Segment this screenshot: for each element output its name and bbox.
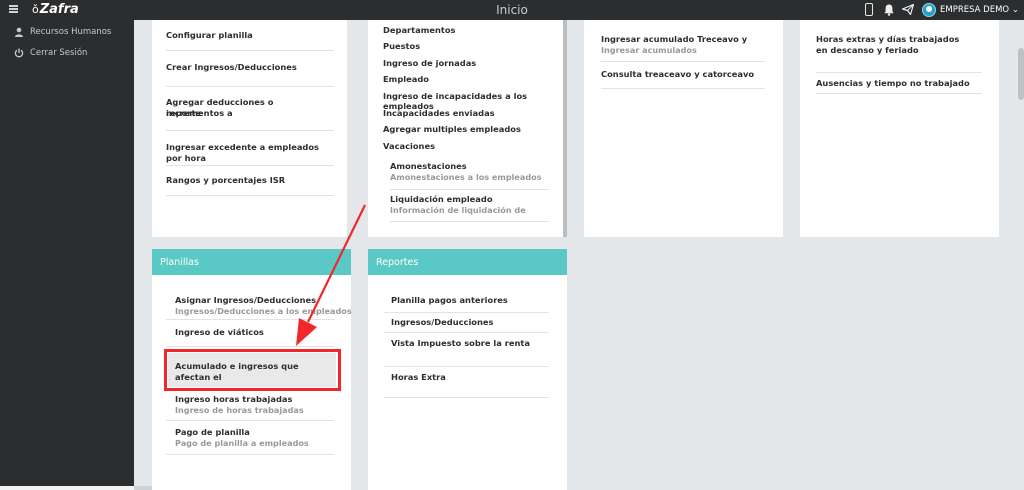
annotation-arrow-icon [296,204,366,346]
